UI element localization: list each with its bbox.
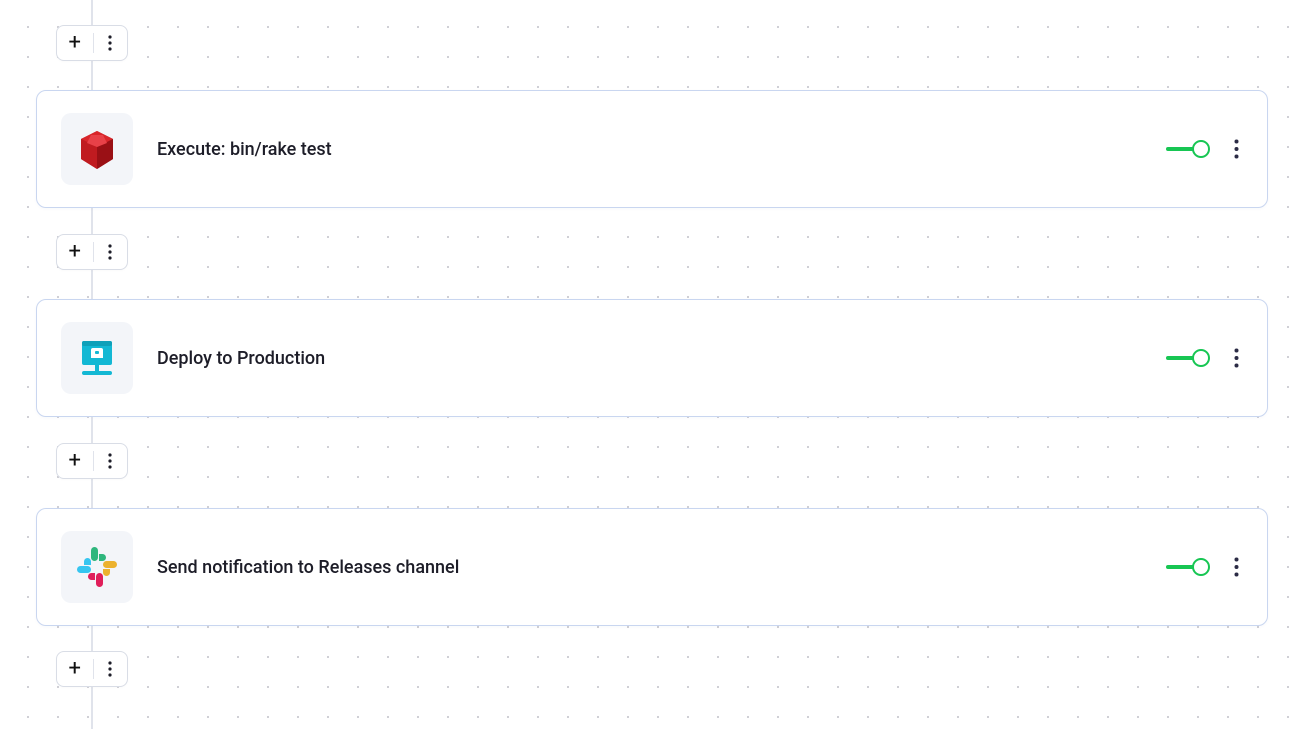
step-menu-button[interactable] [1230,135,1243,163]
step-icon-box [61,322,133,394]
step-card-deploy[interactable]: Deploy to Production [36,299,1268,417]
add-menu-button[interactable] [93,453,127,469]
step-card-execute[interactable]: Execute: bin/rake test [36,90,1268,208]
plus-icon[interactable]: + [57,658,93,680]
kebab-icon [108,244,112,260]
deploy-icon [72,333,122,383]
step-icon-box [61,113,133,185]
step-card-notify[interactable]: Send notification to Releases channel [36,508,1268,626]
plus-icon[interactable]: + [57,450,93,472]
step-icon-box [61,531,133,603]
step-title: Send notification to Releases channel [157,557,1166,578]
enable-toggle[interactable] [1166,557,1210,577]
add-step-button[interactable]: + [56,443,128,479]
plus-icon[interactable]: + [57,241,93,263]
kebab-icon [1234,348,1239,368]
add-menu-button[interactable] [93,244,127,260]
step-menu-button[interactable] [1230,553,1243,581]
step-title: Deploy to Production [157,348,1166,369]
plus-icon[interactable]: + [57,32,93,54]
kebab-icon [1234,557,1239,577]
add-menu-button[interactable] [93,35,127,51]
add-menu-button[interactable] [93,661,127,677]
step-title: Execute: bin/rake test [157,139,1166,160]
slack-icon [75,545,119,589]
add-step-button[interactable]: + [56,25,128,61]
enable-toggle[interactable] [1166,139,1210,159]
toggle-knob [1192,140,1210,158]
toggle-knob [1192,558,1210,576]
toggle-knob [1192,349,1210,367]
kebab-icon [108,661,112,677]
step-menu-button[interactable] [1230,344,1243,372]
kebab-icon [108,35,112,51]
add-step-button[interactable]: + [56,234,128,270]
ruby-icon [73,125,121,173]
enable-toggle[interactable] [1166,348,1210,368]
kebab-icon [1234,139,1239,159]
kebab-icon [108,453,112,469]
add-step-button[interactable]: + [56,651,128,687]
